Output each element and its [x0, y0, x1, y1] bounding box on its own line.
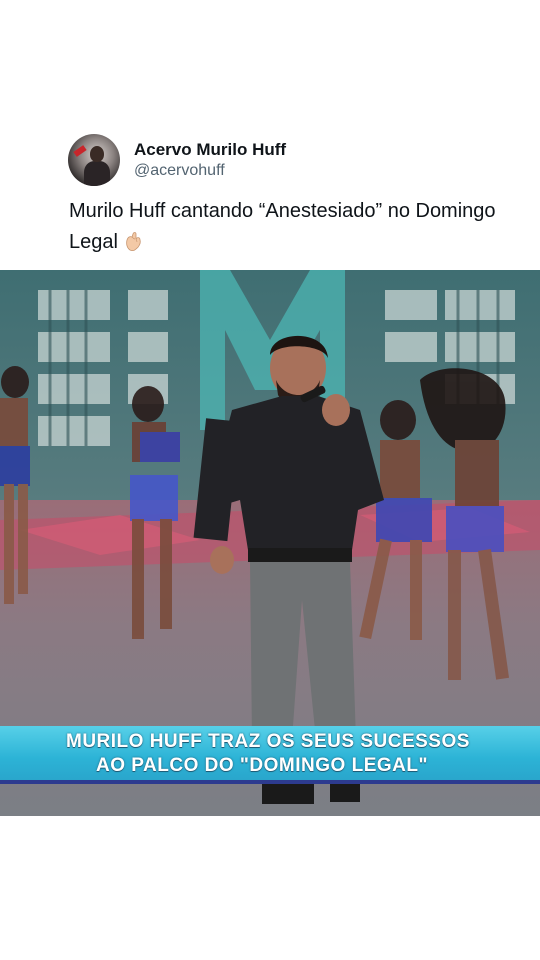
author-handle[interactable]: @acervohuff	[134, 160, 286, 181]
profile-avatar[interactable]	[68, 134, 120, 186]
avatar-figure-body	[84, 161, 110, 186]
author-display-name[interactable]: Acervo Murilo Huff	[134, 139, 286, 160]
author-names: Acervo Murilo Huff @acervohuff	[134, 139, 286, 181]
tweet-header: Acervo Murilo Huff @acervohuff	[68, 134, 286, 186]
avatar-figure-head	[90, 146, 104, 162]
tweet-text: Murilo Huff cantando “Anestesiado” no Do…	[69, 196, 499, 258]
avatar-accent	[73, 145, 87, 157]
tweet-page: Acervo Murilo Huff @acervohuff Murilo Hu…	[0, 0, 540, 960]
caption-banner: MURILO HUFF TRAZ OS SEUS SUCESSOS AO PAL…	[0, 726, 540, 784]
caption-line-2: AO PALCO DO "DOMINGO LEGAL"	[96, 755, 428, 776]
video-player[interactable]: MURILO HUFF TRAZ OS SEUS SUCESSOS AO PAL…	[0, 270, 540, 816]
pinching-hand-emoji-icon	[124, 230, 144, 252]
caption-line-1: MURILO HUFF TRAZ OS SEUS SUCESSOS	[66, 731, 470, 752]
